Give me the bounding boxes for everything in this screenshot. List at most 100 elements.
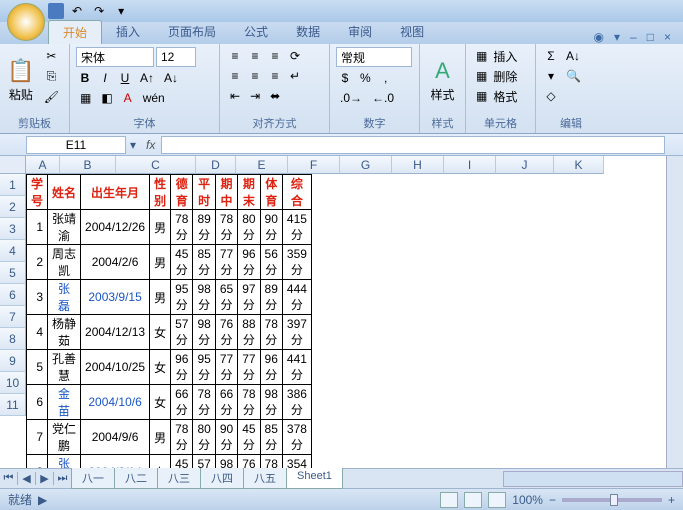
row-header[interactable]: 8	[0, 328, 26, 350]
row-header[interactable]: 7	[0, 306, 26, 328]
tab-开始[interactable]: 开始	[48, 20, 102, 44]
data-cell[interactable]: 男	[150, 210, 171, 245]
sheet-nav-prev-icon[interactable]: ◀	[18, 472, 36, 485]
sheet-nav-last-icon[interactable]: ⏭	[54, 472, 72, 485]
data-cell[interactable]: 党仁鹏	[48, 420, 81, 455]
data-cell[interactable]: 78 分	[238, 385, 260, 420]
phonetic-icon[interactable]: wén	[139, 89, 169, 107]
fill-icon[interactable]: ▾	[542, 67, 560, 85]
office-button[interactable]	[7, 3, 45, 41]
increase-decimal-icon[interactable]: .0→	[336, 89, 366, 107]
data-cell[interactable]: 444 分	[282, 280, 311, 315]
header-cell[interactable]: 期中	[215, 175, 237, 210]
data-cell[interactable]: 378 分	[282, 420, 311, 455]
row-header[interactable]: 6	[0, 284, 26, 306]
save-icon[interactable]	[48, 3, 64, 19]
increase-indent-icon[interactable]: ⇥	[246, 87, 264, 105]
data-cell[interactable]: 354 分	[282, 455, 311, 469]
align-left-icon[interactable]: ≡	[226, 67, 244, 85]
sheet-nav-first-icon[interactable]: ⏮	[0, 472, 18, 485]
wrap-text-icon[interactable]: ↵	[286, 67, 304, 85]
comma-icon[interactable]: ,	[377, 69, 395, 87]
data-cell[interactable]: 76 分	[238, 455, 260, 469]
data-cell[interactable]: 女	[150, 455, 171, 469]
header-cell[interactable]: 综合	[282, 175, 311, 210]
close-icon[interactable]: ×	[664, 30, 671, 44]
data-cell[interactable]: 张 月	[48, 455, 81, 469]
font-color-icon[interactable]: A	[119, 89, 137, 107]
row-header[interactable]: 2	[0, 196, 26, 218]
data-cell[interactable]: 45 分	[238, 420, 260, 455]
data-cell[interactable]: 98 分	[260, 385, 282, 420]
sheet-tab[interactable]: 八二	[114, 468, 158, 489]
fill-color-icon[interactable]: ◧	[97, 89, 116, 107]
data-cell[interactable]: 5	[27, 350, 48, 385]
sheet-tab[interactable]: 八四	[200, 468, 244, 489]
data-cell[interactable]: 6	[27, 385, 48, 420]
data-cell[interactable]: 76 分	[215, 315, 237, 350]
column-header[interactable]: G	[340, 156, 392, 174]
header-cell[interactable]: 德育	[171, 175, 193, 210]
data-cell[interactable]: 89 分	[193, 210, 215, 245]
minimize-ribbon-icon[interactable]: ▾	[614, 30, 620, 44]
header-cell[interactable]: 体育	[260, 175, 282, 210]
data-cell[interactable]: 96 分	[171, 350, 193, 385]
page-layout-view-icon[interactable]	[464, 492, 482, 508]
find-icon[interactable]: 🔍	[562, 67, 585, 85]
normal-view-icon[interactable]	[440, 492, 458, 508]
data-cell[interactable]: 78 分	[260, 455, 282, 469]
data-cell[interactable]: 85 分	[260, 420, 282, 455]
data-cell[interactable]: 66 分	[171, 385, 193, 420]
data-cell[interactable]: 张靖渝	[48, 210, 81, 245]
italic-button[interactable]: I	[96, 69, 114, 87]
data-cell[interactable]: 7	[27, 420, 48, 455]
horizontal-scrollbar[interactable]	[503, 471, 683, 487]
data-cell[interactable]: 85 分	[193, 245, 215, 280]
zoom-out-icon[interactable]: −	[549, 493, 556, 507]
data-cell[interactable]: 2	[27, 245, 48, 280]
data-cell[interactable]: 90 分	[260, 210, 282, 245]
zoom-level[interactable]: 100%	[512, 493, 543, 507]
data-cell[interactable]: 89 分	[260, 280, 282, 315]
sheet-tab[interactable]: 八五	[243, 468, 287, 489]
namebox-dropdown-icon[interactable]: ▾	[126, 138, 140, 152]
paste-button[interactable]: 📋 粘贴	[6, 47, 36, 114]
font-size-combo[interactable]: 12	[156, 47, 196, 67]
row-header[interactable]: 9	[0, 350, 26, 372]
sheet-tab[interactable]: 八三	[157, 468, 201, 489]
decrease-indent-icon[interactable]: ⇤	[226, 87, 244, 105]
data-cell[interactable]: 97 分	[238, 280, 260, 315]
data-cell[interactable]: 孔善慧	[48, 350, 81, 385]
data-cell[interactable]: 397 分	[282, 315, 311, 350]
data-cell[interactable]: 2004/10/6	[81, 385, 150, 420]
column-header[interactable]: E	[236, 156, 288, 174]
data-cell[interactable]: 78 分	[171, 210, 193, 245]
header-cell[interactable]: 性别	[150, 175, 171, 210]
data-cell[interactable]: 77 分	[215, 350, 237, 385]
grow-font-icon[interactable]: A↑	[136, 69, 158, 87]
zoom-slider[interactable]	[562, 498, 662, 502]
bold-button[interactable]: B	[76, 69, 94, 87]
data-cell[interactable]: 4	[27, 315, 48, 350]
data-cell[interactable]: 98 分	[193, 280, 215, 315]
data-cell[interactable]: 88 分	[238, 315, 260, 350]
redo-icon[interactable]: ↷	[90, 2, 108, 20]
data-cell[interactable]: 96 分	[260, 350, 282, 385]
currency-icon[interactable]: $	[336, 69, 354, 87]
formula-input[interactable]	[161, 136, 665, 154]
vertical-scrollbar[interactable]	[666, 156, 683, 468]
data-cell[interactable]: 8	[27, 455, 48, 469]
row-header[interactable]: 11	[0, 394, 26, 416]
data-cell[interactable]: 95 分	[193, 350, 215, 385]
header-cell[interactable]: 姓名	[48, 175, 81, 210]
undo-icon[interactable]: ↶	[68, 2, 86, 20]
data-cell[interactable]: 2004/12/13	[81, 315, 150, 350]
orientation-icon[interactable]: ⟳	[286, 47, 304, 65]
autosum-icon[interactable]: Σ	[542, 47, 560, 65]
sort-icon[interactable]: A↓	[562, 47, 584, 65]
align-bot-icon[interactable]: ≡	[266, 47, 284, 65]
data-cell[interactable]: 3	[27, 280, 48, 315]
align-top-icon[interactable]: ≡	[226, 47, 244, 65]
tab-视图[interactable]: 视图	[386, 20, 438, 44]
clear-icon[interactable]: ◇	[542, 87, 560, 105]
